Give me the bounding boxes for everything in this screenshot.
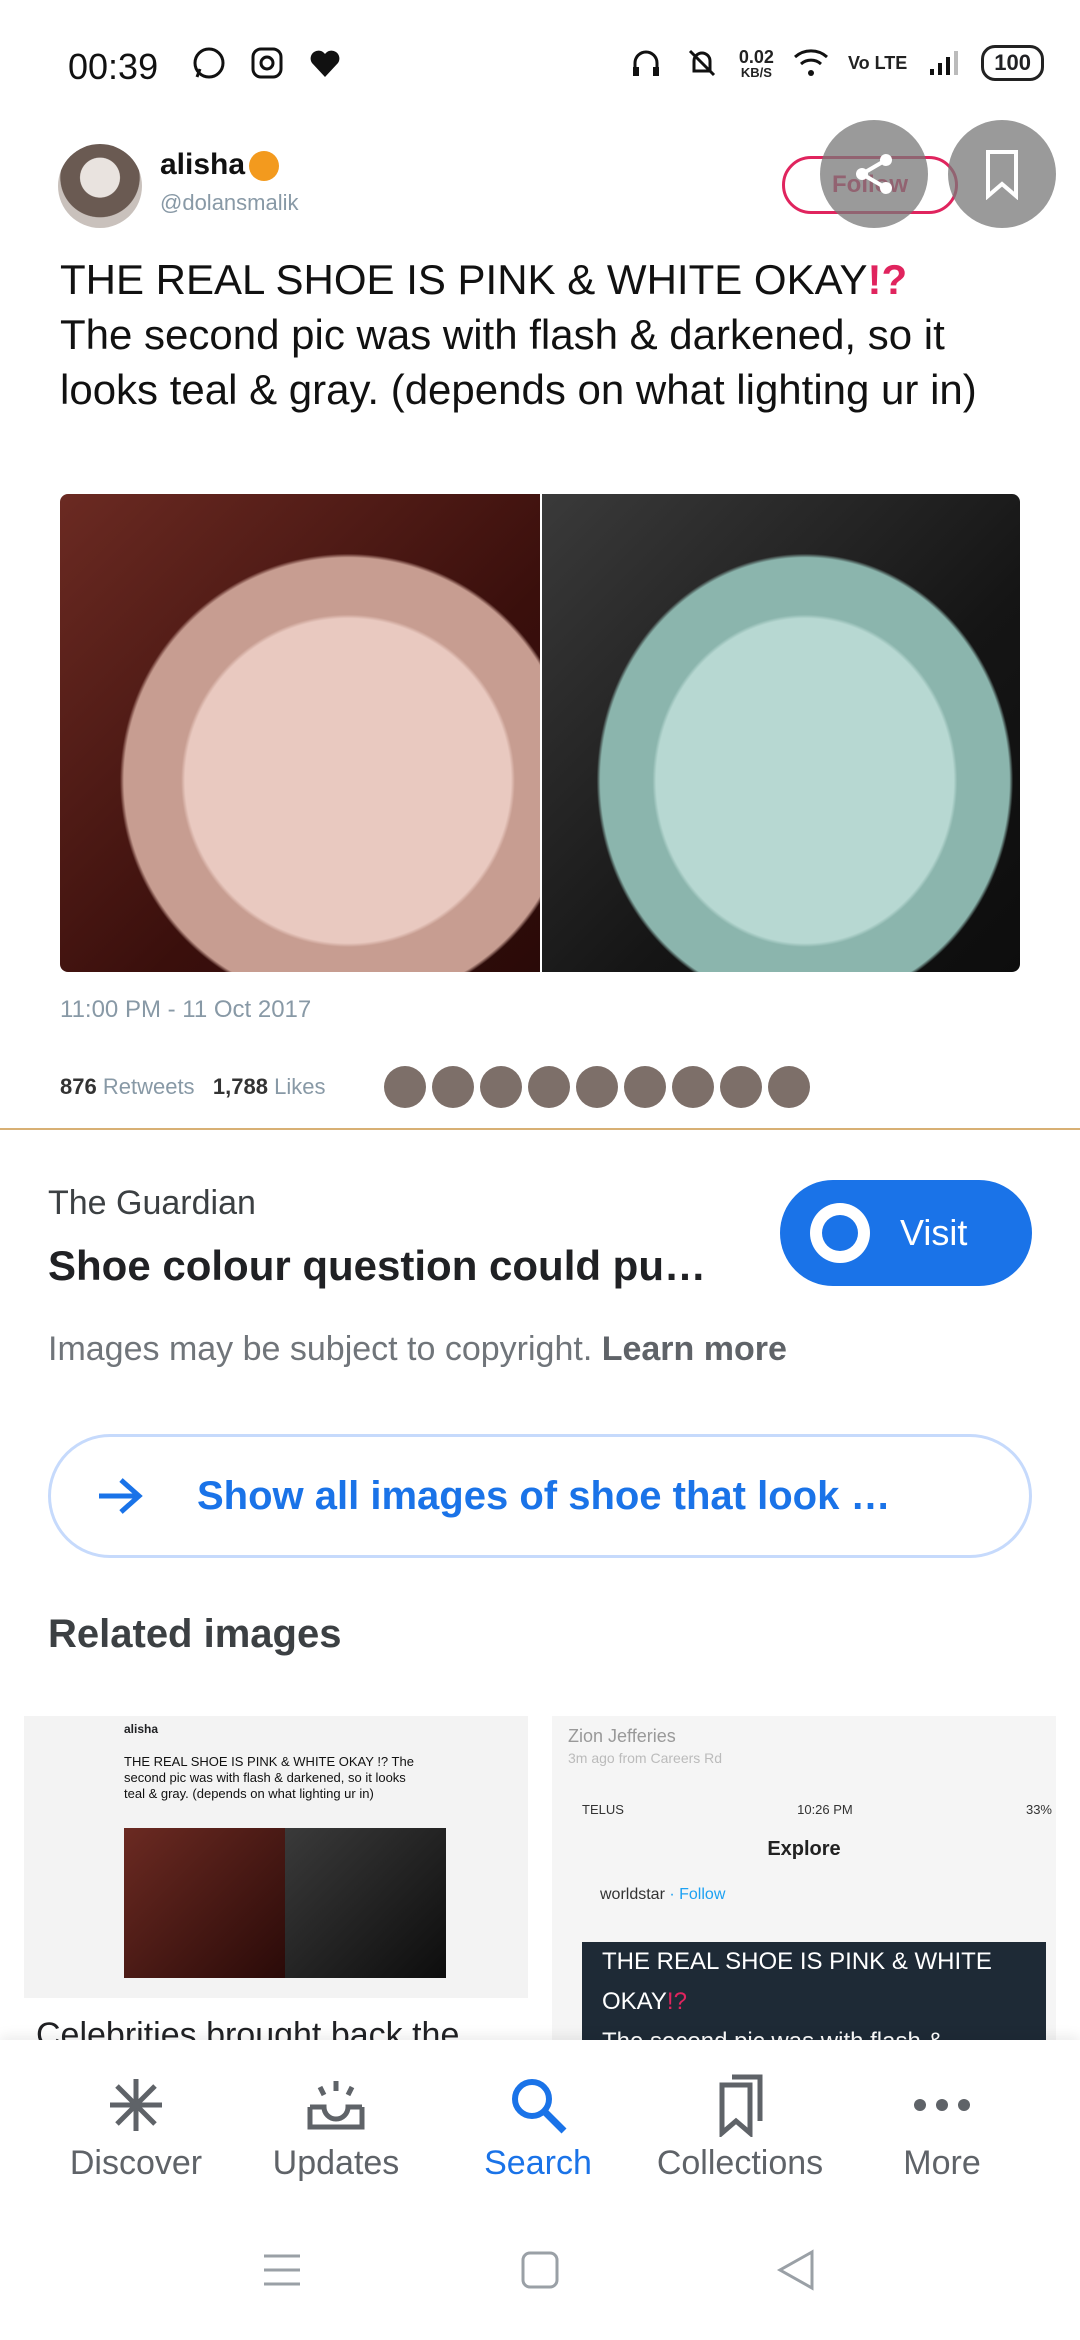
arrow-right-icon: [95, 1471, 145, 1521]
shoe-photo-pink: [60, 494, 540, 972]
avatar: [576, 1066, 618, 1108]
nav-more[interactable]: More: [842, 2070, 1042, 2183]
volte-label: Vo LTE: [847, 53, 908, 73]
inbox-icon: [236, 2070, 436, 2140]
nav-updates[interactable]: Updates: [236, 2070, 436, 2183]
asterisk-icon: [36, 2070, 236, 2140]
back-icon[interactable]: [766, 2240, 826, 2300]
avatar: [58, 144, 142, 228]
nav-collections[interactable]: Collections: [640, 2070, 840, 2183]
bookmarks-icon: [640, 2070, 840, 2140]
thumb-dark-text: THE REAL SHOE IS PINK & WHITE OKAY!? The…: [582, 1942, 1046, 2046]
share-icon: [856, 154, 892, 194]
search-icon: [438, 2070, 638, 2140]
source-name[interactable]: The Guardian: [48, 1184, 256, 1223]
system-navigation: [0, 2240, 1080, 2310]
pumpkin-icon: [249, 151, 280, 182]
thumb-status-bar: TELUS 10:26 PM 33%: [582, 1802, 1052, 1817]
thumb-subtitle: 3m ago from Careers Rd: [568, 1750, 723, 1766]
more-icon: [842, 2070, 1042, 2140]
status-left-icons: [190, 44, 344, 82]
related-images-title: Related images: [48, 1612, 342, 1656]
avatar: [528, 1066, 570, 1108]
nav-search[interactable]: Search: [438, 2070, 638, 2183]
battery-indicator: 100: [981, 45, 1044, 81]
status-bar: 00:39 0.02 KB/S Vo LTE 100: [0, 0, 1080, 130]
avatar: [480, 1066, 522, 1108]
avatar: [624, 1066, 666, 1108]
save-button[interactable]: [948, 120, 1056, 228]
visit-label: Visit: [900, 1212, 968, 1253]
mute-bell-icon: [683, 44, 721, 82]
avatar: [432, 1066, 474, 1108]
tweet-date: 11:00 PM - 11 Oct 2017: [60, 996, 312, 1023]
thumb-photo: [124, 1828, 446, 1978]
nav-discover[interactable]: Discover: [36, 2070, 236, 2183]
share-button[interactable]: [820, 120, 928, 228]
visit-button[interactable]: Visit: [780, 1180, 1032, 1286]
result-headline[interactable]: Shoe colour question could put…: [48, 1242, 708, 1290]
show-all-images-button[interactable]: Show all images of shoe that look …: [48, 1434, 1032, 1558]
avatar: [672, 1066, 714, 1108]
signal-icon: [925, 44, 963, 82]
divider: [0, 1128, 1080, 1130]
instagram-icon: [248, 44, 286, 82]
tweet-likers-avatars: [384, 1066, 810, 1108]
thumb-user-name: Zion Jefferies: [568, 1726, 676, 1746]
related-image-1[interactable]: alisha THE REAL SHOE IS PINK & WHITE OKA…: [24, 1716, 528, 1998]
headphones-icon: [627, 44, 665, 82]
thumb-account: worldstar · Follow: [600, 1886, 726, 1903]
avatar: [384, 1066, 426, 1108]
bookmark-icon: [986, 150, 1018, 200]
status-time: 00:39: [68, 46, 159, 87]
thumb-text: THE REAL SHOE IS PINK & WHITE OKAY !? Th…: [124, 1754, 414, 1801]
avatar: [720, 1066, 762, 1108]
shoe-photo: [60, 494, 1020, 972]
tweet-handle: @dolansmalik: [160, 190, 299, 215]
thumb-user-name: alisha: [124, 1722, 159, 1736]
tweet-user-name: alisha: [160, 148, 280, 182]
shoe-photo-teal: [542, 494, 1020, 972]
tweet-stats: 876 Retweets 1,788 Likes: [60, 1074, 326, 1099]
learn-more-link[interactable]: Learn more: [602, 1330, 787, 1368]
net-speed: 0.02 KB/S: [738, 46, 774, 80]
globe-icon: [810, 1203, 870, 1263]
home-icon[interactable]: [510, 2240, 570, 2300]
related-image-2[interactable]: Zion Jefferies 3m ago from Careers Rd TE…: [552, 1716, 1056, 2046]
menu-icon[interactable]: [252, 2240, 312, 2300]
show-all-label: Show all images of shoe that look …: [197, 1473, 891, 1518]
whatsapp-icon: [190, 44, 228, 82]
thumb-explore-title: Explore: [767, 1838, 841, 1860]
avatar: [768, 1066, 810, 1108]
wifi-icon: [792, 44, 830, 82]
status-right-icons: 0.02 KB/S Vo LTE 100: [627, 44, 1044, 82]
heart-icon: [306, 44, 344, 82]
copyright-notice: Images may be subject to copyright. Lear…: [48, 1330, 787, 1368]
tweet-text: THE REAL SHOE IS PINK & WHITE OKAY!? The…: [60, 256, 977, 413]
